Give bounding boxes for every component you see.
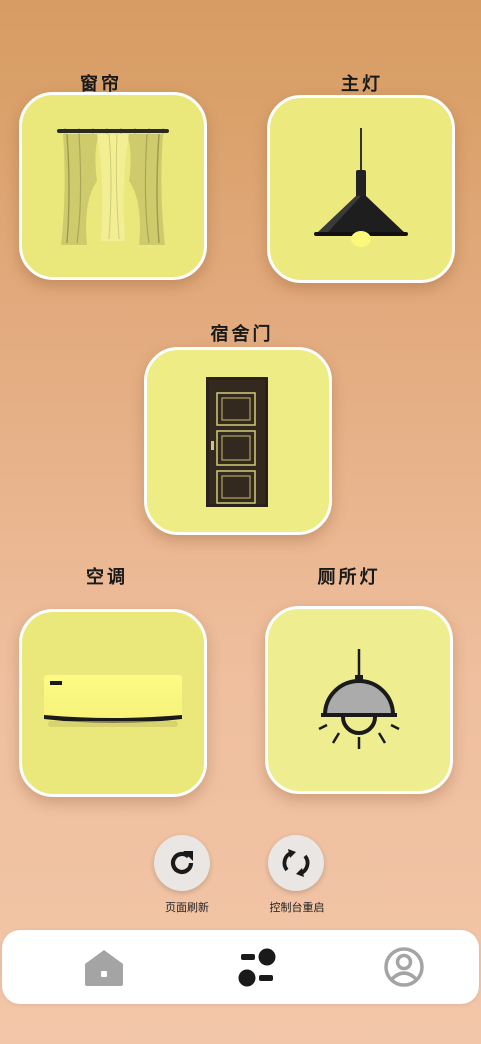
dome-lamp-icon [318,649,400,749]
dorm-door-label: 宿舍门 [210,324,274,345]
main-light-label: 主灯 [341,74,383,95]
pendant-lamp-icon [314,128,408,247]
curtain-card[interactable] [19,92,207,280]
nav-control[interactable] [227,942,287,992]
air-conditioner-card[interactable] [19,609,207,797]
toilet-light-card[interactable] [265,606,453,794]
restart-icon [282,849,310,877]
nav-profile[interactable] [374,942,434,992]
refresh-label: 页面刷新 [165,901,209,914]
refresh-button[interactable] [154,835,210,891]
home-icon [85,950,123,986]
refresh-icon [170,851,194,874]
air-conditioner-label: 空调 [86,567,128,588]
dorm-door-card[interactable] [144,347,332,535]
door-icon [206,377,268,507]
main-light-card[interactable] [267,95,455,283]
bottom-navigation [2,930,479,1004]
restart-label: 控制台重启 [269,901,325,914]
nav-home[interactable] [74,942,134,992]
restart-button[interactable] [268,835,324,891]
air-conditioner-icon [44,675,182,727]
control-icon [238,948,276,987]
user-icon [384,947,424,987]
toilet-light-label: 厕所灯 [317,567,381,588]
curtain-icon [57,128,169,245]
